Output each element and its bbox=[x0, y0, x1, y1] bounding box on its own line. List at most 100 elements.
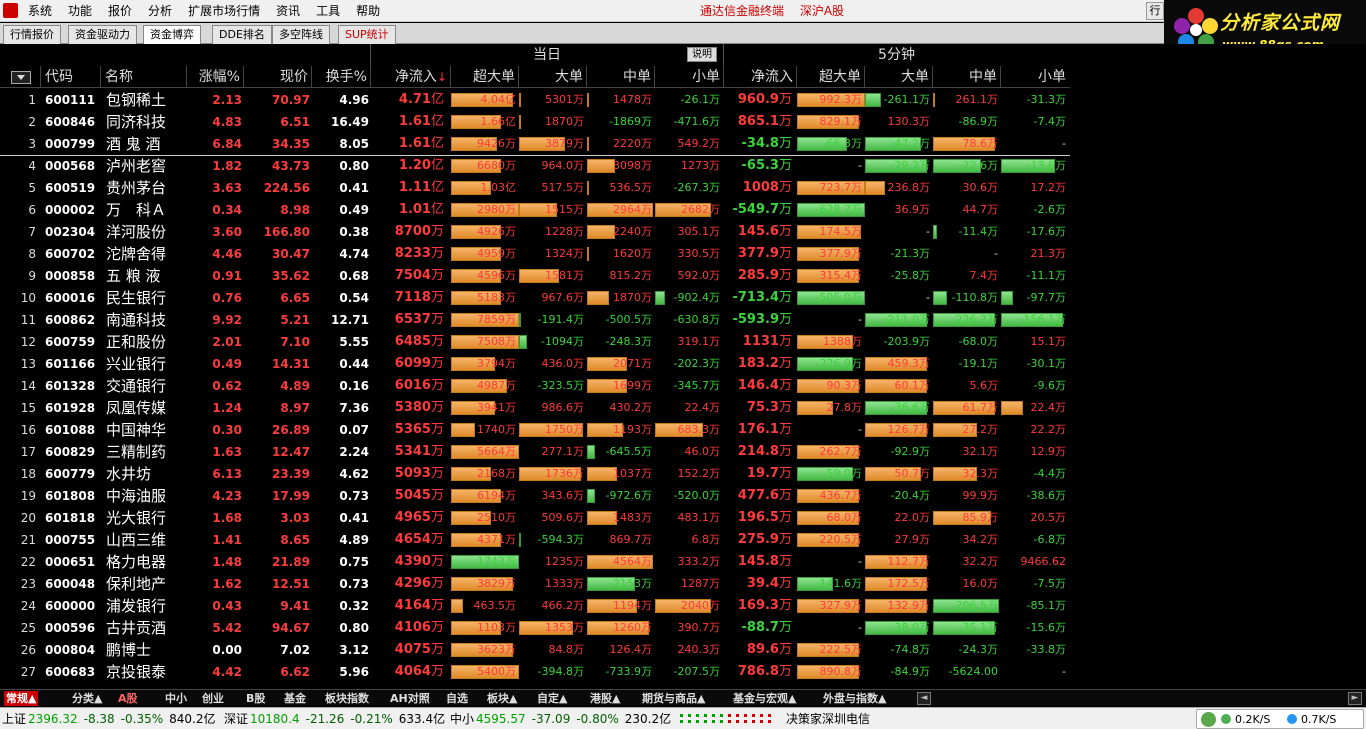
table-row[interactable]: 25 000596 古井贡酒 5.42 94.67 0.80 4106万 -88.7万 1103… bbox=[0, 617, 1070, 639]
menu-item[interactable]: 扩展市场行情 bbox=[180, 0, 268, 22]
table-row[interactable]: 19 601808 中海油服 4.23 17.99 0.73 5045万 477.6万 6194… bbox=[0, 485, 1070, 507]
col-super-5m[interactable]: 超大单 bbox=[796, 66, 864, 88]
table-row[interactable]: 10 600016 民生银行 0.76 6.65 0.54 7118万 -713.4万 5183… bbox=[0, 287, 1070, 309]
col-small[interactable]: 小单 bbox=[654, 66, 723, 88]
bottom-tab[interactable]: 分类▲ bbox=[72, 691, 102, 706]
bottom-tab[interactable]: 板块▲ bbox=[487, 691, 517, 706]
index-shenzhen[interactable]: 深证 10180.4 -21.26 -0.21% 633.4亿 bbox=[224, 708, 445, 729]
daily-order-value: 5400万 bbox=[477, 665, 516, 678]
col-big[interactable]: 大单 bbox=[518, 66, 586, 88]
index-amount: 840.2亿 bbox=[169, 712, 216, 726]
table-row[interactable]: 16 601088 中国神华 0.30 26.89 0.07 5365万 176.1万 1740… bbox=[0, 419, 1070, 441]
table-row[interactable]: 22 000651 格力电器 1.48 21.89 0.75 4390万 145.8万 -174… bbox=[0, 551, 1070, 573]
table-row[interactable]: 13 601166 兴业银行 0.49 14.31 0.44 6099万 183.2万 3794… bbox=[0, 353, 1070, 375]
menu-item[interactable]: 帮助 bbox=[348, 0, 388, 22]
table-row[interactable]: 24 600000 浦发银行 0.43 9.41 0.32 4164万 169.3万 463.5… bbox=[0, 595, 1070, 617]
table-row[interactable]: 8 600702 沱牌舍得 4.46 30.47 4.74 8233万 377.9万 4959万… bbox=[0, 243, 1070, 265]
menu-item[interactable]: 工具 bbox=[308, 0, 348, 22]
menu-item[interactable]: 分析 bbox=[140, 0, 180, 22]
col-net-inflow-5m[interactable]: 净流入 bbox=[723, 66, 796, 88]
menu-item[interactable]: 报价 bbox=[100, 0, 140, 22]
col-turnover[interactable]: 换手% bbox=[311, 66, 370, 88]
menu-item[interactable]: 资讯 bbox=[268, 0, 308, 22]
table-row[interactable]: 20 601818 光大银行 1.68 3.03 0.41 4965万 196.5万 2510万… bbox=[0, 507, 1070, 529]
turnover: 0.73 bbox=[339, 577, 369, 591]
net-inflow-unit: 万 bbox=[430, 268, 444, 283]
bottom-tab[interactable]: 自定▲ bbox=[537, 691, 567, 706]
table-row[interactable]: 17 600829 三精制药 1.63 12.47 2.24 5341万 214.8万 5664… bbox=[0, 441, 1070, 463]
table-row[interactable]: 12 600759 正和股份 2.01 7.10 5.55 6485万 1131万 7508万 -… bbox=[0, 331, 1070, 353]
table-row[interactable]: 4 000568 泸州老窖 1.82 43.73 0.80 1.20亿 -65.3万 6680万… bbox=[0, 155, 1070, 177]
bottom-tab[interactable]: 期货与商品▲ bbox=[642, 691, 705, 706]
table-row[interactable]: 6 000002 万 科Ａ 0.34 8.98 0.49 1.01亿 -549.7万 2980万… bbox=[0, 199, 1070, 221]
bottom-tab[interactable]: 创业 bbox=[202, 691, 224, 706]
five-min-order-value: 21.3万 bbox=[1030, 247, 1067, 260]
daily-order-value: -733.9万 bbox=[605, 665, 652, 678]
menu-item[interactable]: 系统 bbox=[20, 0, 60, 22]
tab-dde-rank[interactable]: DDE排名 bbox=[212, 25, 272, 44]
col-name[interactable]: 名称 bbox=[100, 66, 186, 88]
daily-order-value: 22.4万 bbox=[684, 401, 721, 414]
tab-bull-bear[interactable]: 多空阵线 bbox=[272, 25, 330, 44]
bottom-tab[interactable]: B股 bbox=[246, 691, 265, 706]
sort-dropdown-icon[interactable] bbox=[11, 71, 31, 84]
table-row[interactable]: 23 600048 保利地产 1.62 12.51 0.73 4296万 39.4万 3829万… bbox=[0, 573, 1070, 595]
net-inflow-value: 6537 bbox=[394, 312, 431, 327]
price: 70.97 bbox=[272, 93, 310, 107]
net-inflow-unit: 万 bbox=[430, 444, 444, 459]
table-row[interactable]: 18 600779 水井坊 6.13 23.39 4.62 5093万 19.7万 2168万 1… bbox=[0, 463, 1070, 485]
bottom-tab[interactable]: 基金 bbox=[284, 691, 306, 706]
tab-quotes[interactable]: 行情报价 bbox=[3, 25, 61, 44]
five-min-order-value: -38.0万 bbox=[890, 621, 930, 634]
tab-sup-stats[interactable]: SUP统计 bbox=[338, 25, 396, 44]
bottom-tab[interactable]: 港股▲ bbox=[590, 691, 620, 706]
menu-item[interactable]: 功能 bbox=[60, 0, 100, 22]
row-index: 24 bbox=[20, 599, 36, 613]
col-pct[interactable]: 涨幅% bbox=[186, 66, 243, 88]
col-mid-5m[interactable]: 中单 bbox=[932, 66, 1000, 88]
table-row[interactable]: 7 002304 洋河股份 3.60 166.80 0.38 8700万 145.6万 4926… bbox=[0, 221, 1070, 243]
col-super[interactable]: 超大单 bbox=[450, 66, 518, 88]
table-row[interactable]: 26 000804 鹏博士 0.00 7.02 3.12 4075万 89.6万 3623万 84… bbox=[0, 639, 1070, 661]
bottom-tab[interactable]: 常规▲ bbox=[4, 691, 39, 706]
bottom-tab[interactable]: 板块指数 bbox=[325, 691, 369, 706]
explain-button[interactable]: 说明 bbox=[687, 47, 717, 62]
table-row[interactable]: 1 600111 包钢稀土 2.13 70.97 4.96 4.71亿 960.9万 4.04亿… bbox=[0, 89, 1070, 111]
col-price[interactable]: 现价 bbox=[243, 66, 311, 88]
change-pct: 6.13 bbox=[212, 467, 242, 481]
bottom-tab[interactable]: AH对照 bbox=[390, 691, 430, 706]
price: 5.21 bbox=[280, 313, 310, 327]
bottom-tab[interactable]: 自选 bbox=[446, 691, 468, 706]
table-row[interactable]: 15 601928 凤凰传媒 1.24 8.97 7.36 5380万 75.3万 3941万 9… bbox=[0, 397, 1070, 419]
five-min-order-value: -35.1万 bbox=[958, 621, 998, 634]
five-min-order-value: -20.4万 bbox=[890, 489, 930, 502]
index-sme[interactable]: 中小 4595.57 -37.09 -0.80% 230.2亿 bbox=[450, 708, 671, 729]
col-small-5m[interactable]: 小单 bbox=[1000, 66, 1069, 88]
bottom-tab[interactable]: 中小 bbox=[165, 691, 187, 706]
table-row[interactable]: 14 601328 交通银行 0.62 4.89 0.16 6016万 146.4万 4987万… bbox=[0, 375, 1070, 397]
quote-button[interactable]: 行 bbox=[1146, 2, 1164, 20]
net-inflow-value: 4064 bbox=[394, 664, 431, 679]
table-row[interactable]: 9 000858 五 粮 液 0.91 35.62 0.68 7504万 285.9万 4596… bbox=[0, 265, 1070, 287]
daily-order-value: 463.5万 bbox=[473, 599, 517, 612]
scroll-right-icon[interactable]: ► bbox=[1348, 692, 1362, 705]
table-row[interactable]: 21 000755 山西三维 1.41 8.65 4.89 4654万 275.9万 4371万… bbox=[0, 529, 1070, 551]
bottom-tab[interactable]: 外盘与指数▲ bbox=[823, 691, 886, 706]
bottom-tab[interactable]: A股 bbox=[118, 691, 138, 706]
daily-order-value: 4596万 bbox=[477, 269, 516, 282]
tab-fund-game[interactable]: 资金博弈 bbox=[143, 25, 201, 44]
index-shanghai[interactable]: 上证 2396.32 -8.38 -0.35% 840.2亿 bbox=[2, 708, 216, 729]
col-big-5m[interactable]: 大单 bbox=[864, 66, 932, 88]
col-net-inflow[interactable]: 净流入↓ bbox=[370, 66, 450, 88]
scroll-left-icon[interactable]: ◄ bbox=[917, 692, 931, 705]
five-min-order-value: 12.9万 bbox=[1030, 445, 1067, 458]
table-row[interactable]: 2 600846 同济科技 4.83 6.51 16.49 1.61亿 865.1万 1.66亿… bbox=[0, 111, 1070, 133]
table-row[interactable]: 27 600683 京投银泰 4.42 6.62 5.96 4064万 786.8万 5400万… bbox=[0, 661, 1070, 683]
col-mid[interactable]: 中单 bbox=[586, 66, 654, 88]
bottom-tab[interactable]: 基金与宏观▲ bbox=[733, 691, 796, 706]
tab-fund-drive[interactable]: 资金驱动力 bbox=[68, 25, 137, 44]
table-row[interactable]: 5 600519 贵州茅台 3.63 224.56 0.41 1.11亿 1008万 1.03亿… bbox=[0, 177, 1070, 199]
table-row[interactable]: 3 000799 酒 鬼 酒 6.84 34.35 8.05 1.61亿 -34.8万 9426… bbox=[0, 133, 1070, 155]
table-row[interactable]: 11 600862 南通科技 9.92 5.21 12.71 6537万 -593.9万 785… bbox=[0, 309, 1070, 331]
col-code[interactable]: 代码 bbox=[40, 66, 100, 88]
